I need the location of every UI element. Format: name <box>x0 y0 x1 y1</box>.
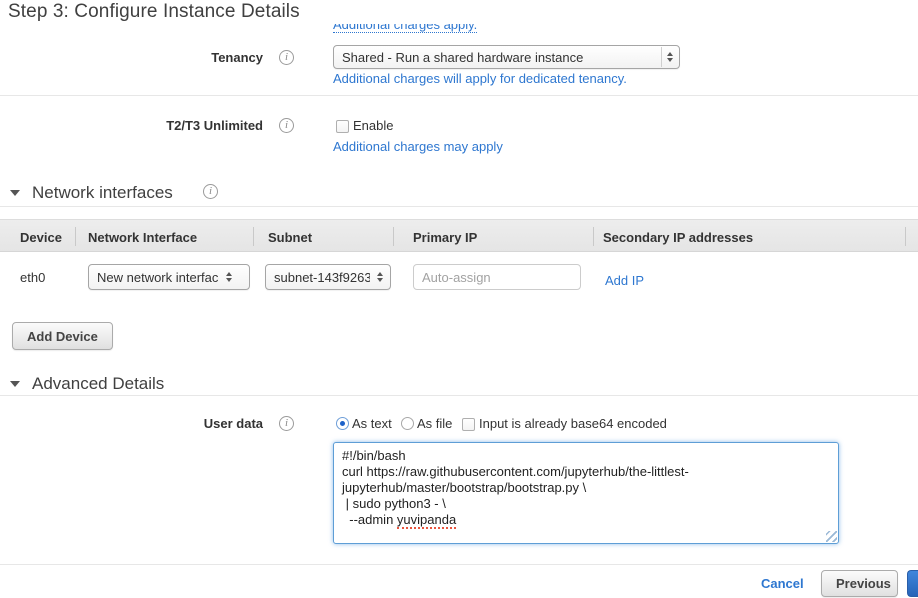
column-separator <box>75 227 76 246</box>
as-text-radio[interactable] <box>336 417 349 430</box>
title-bar: Step 3: Configure Instance Details <box>0 0 918 24</box>
tenancy-label: Tenancy <box>0 50 263 65</box>
info-icon[interactable]: i <box>279 416 294 431</box>
as-text-label: As text <box>352 416 392 431</box>
t2t3-charges-link[interactable]: Additional charges may apply <box>333 139 503 154</box>
subnet-select[interactable]: subnet-143f9263 <box>265 264 391 290</box>
configure-instance-page: Additional charges apply. Step 3: Config… <box>0 0 918 598</box>
network-interfaces-header: Network interfaces <box>32 183 173 203</box>
column-separator <box>593 227 594 246</box>
as-file-radio[interactable] <box>401 417 414 430</box>
column-header-subnet: Subnet <box>268 230 312 245</box>
device-cell: eth0 <box>20 270 45 285</box>
base64-checkbox[interactable] <box>462 418 475 431</box>
primary-ip-input[interactable] <box>413 264 581 290</box>
resize-grip-icon[interactable] <box>826 531 837 542</box>
user-data-label: User data <box>0 416 263 431</box>
advanced-details-header: Advanced Details <box>32 374 164 394</box>
cancel-button[interactable]: Cancel <box>761 576 804 591</box>
column-separator <box>905 227 906 246</box>
user-data-text: #!/bin/bash curl https://raw.githubuserc… <box>342 448 689 527</box>
network-interface-select[interactable]: New network interface <box>88 264 250 290</box>
section-underline <box>0 206 918 207</box>
tenancy-charges-link[interactable]: Additional charges will apply for dedica… <box>333 71 627 86</box>
t2t3-enable-label: Enable <box>353 118 393 133</box>
previous-button[interactable]: Previous <box>821 570 898 597</box>
t2t3-enable-checkbox[interactable] <box>336 120 349 133</box>
section-underline <box>0 395 918 396</box>
column-separator <box>253 227 254 246</box>
network-interfaces-table-header: Device Network Interface Subnet Primary … <box>0 219 918 252</box>
t2t3-unlimited-label: T2/T3 Unlimited <box>0 118 263 133</box>
section-divider <box>0 95 918 96</box>
column-separator <box>393 227 394 246</box>
info-icon[interactable]: i <box>279 50 294 65</box>
column-header-network-interface: Network Interface <box>88 230 197 245</box>
column-header-secondary-ip: Secondary IP addresses <box>603 230 753 245</box>
triangle-down-icon[interactable] <box>10 381 20 387</box>
add-device-button[interactable]: Add Device <box>12 322 113 350</box>
updown-arrows-icon <box>372 272 388 283</box>
triangle-down-icon[interactable] <box>10 190 20 196</box>
misspelled-word: yuvipanda <box>397 512 456 529</box>
page-title: Step 3: Configure Instance Details <box>8 1 300 23</box>
tenancy-select[interactable]: Shared - Run a shared hardware instance <box>333 45 680 69</box>
tenancy-select-value: Shared - Run a shared hardware instance <box>342 50 659 65</box>
user-data-textarea[interactable]: #!/bin/bash curl https://raw.githubuserc… <box>333 442 839 544</box>
column-header-primary-ip: Primary IP <box>413 230 477 245</box>
info-icon[interactable]: i <box>203 184 218 199</box>
column-header-device: Device <box>20 230 62 245</box>
updown-arrows-icon <box>221 272 237 283</box>
network-interface-select-value: New network interface <box>97 270 219 285</box>
updown-arrows-icon <box>661 47 677 67</box>
next-button[interactable] <box>907 570 918 597</box>
as-file-label: As file <box>417 416 452 431</box>
info-icon[interactable]: i <box>279 118 294 133</box>
add-ip-link[interactable]: Add IP <box>605 273 644 288</box>
subnet-select-value: subnet-143f9263 <box>274 270 370 285</box>
footer-divider <box>0 564 918 565</box>
base64-label: Input is already base64 encoded <box>479 416 667 431</box>
